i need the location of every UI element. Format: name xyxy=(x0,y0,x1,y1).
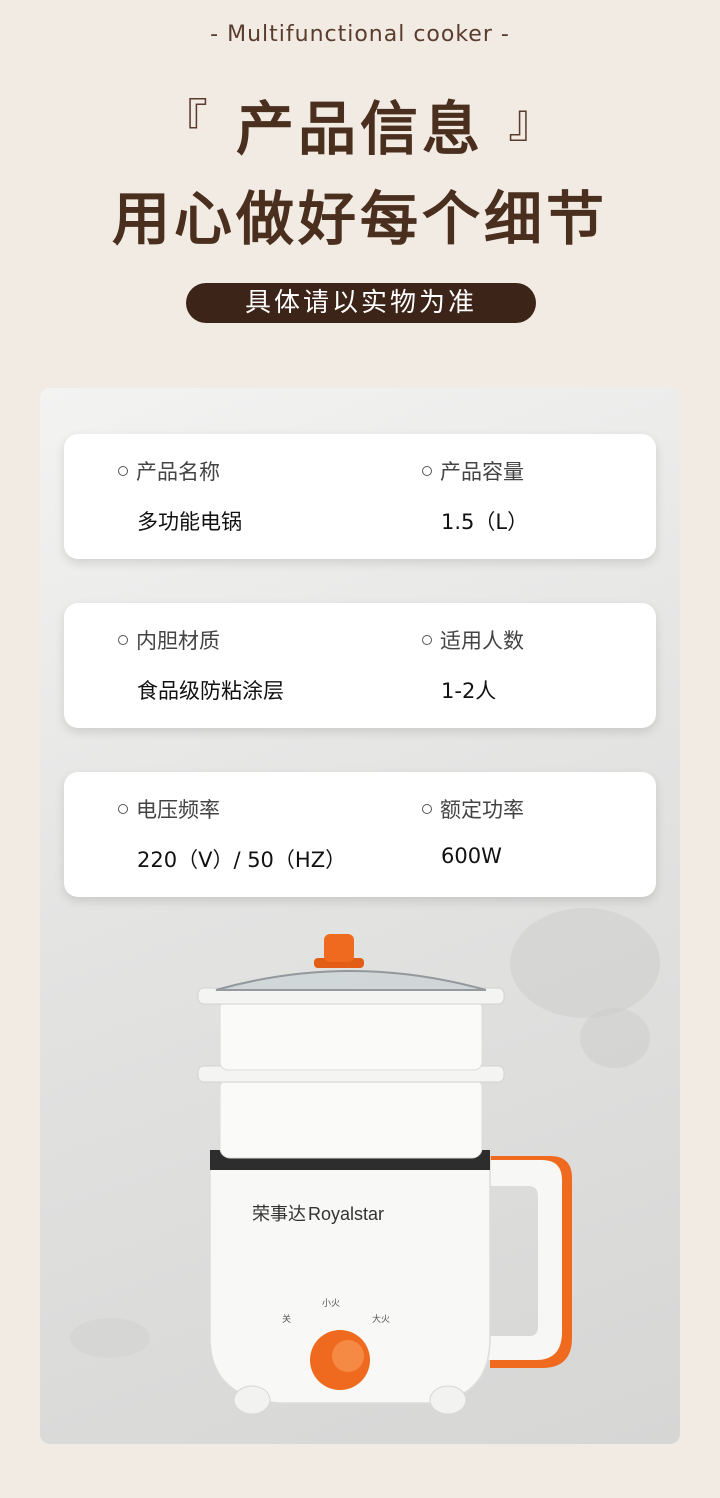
circle-bullet-icon xyxy=(118,804,128,814)
spec-label: 额定功率 xyxy=(440,798,524,822)
spec-item: 额定功率 600W xyxy=(422,794,524,868)
circle-bullet-icon xyxy=(422,466,432,476)
spec-card: 内胆材质 食品级防粘涂层 适用人数 1-2人 xyxy=(64,603,656,728)
title-text: 产品信息 xyxy=(235,95,484,163)
electric-cooker-image: 荣事达 Royalstar 关 小火 大火 xyxy=(197,934,572,1415)
spec-label: 电压频率 xyxy=(136,798,220,822)
page-title: 『 产品信息 』 xyxy=(0,82,720,166)
spec-label: 产品名称 xyxy=(136,460,220,484)
spec-value: 食品级防粘涂层 xyxy=(137,679,284,703)
spec-value: 1.5（L） xyxy=(441,510,529,534)
spec-label: 内胆材质 xyxy=(136,629,220,653)
svg-text:大火: 大火 xyxy=(372,1313,390,1324)
bracket-left: 『 xyxy=(161,94,212,148)
spec-card: 产品名称 多功能电锅 产品容量 1.5（L） xyxy=(64,434,656,559)
spec-item: 适用人数 1-2人 xyxy=(422,625,524,705)
spec-item: 内胆材质 食品级防粘涂层 xyxy=(118,625,284,705)
spec-value: 600W xyxy=(441,844,502,868)
spec-card: 电压频率 220（V）/ 50（HZ） 额定功率 600W xyxy=(64,772,656,897)
spec-label: 产品容量 xyxy=(440,460,524,484)
spec-label: 适用人数 xyxy=(440,629,524,653)
circle-bullet-icon xyxy=(118,466,128,476)
svg-text:小火: 小火 xyxy=(322,1298,340,1308)
brand-en: Royalstar xyxy=(308,1204,384,1224)
spec-item: 产品名称 多功能电锅 xyxy=(118,456,242,536)
spec-item: 产品容量 1.5（L） xyxy=(422,456,528,536)
subtitle: - Multifunctional cooker - xyxy=(210,22,510,47)
svg-text:关: 关 xyxy=(282,1313,291,1324)
circle-bullet-icon xyxy=(118,635,128,645)
spec-value: 220（V）/ 50（HZ） xyxy=(137,848,347,872)
circle-bullet-icon xyxy=(422,635,432,645)
brand-cn: 荣事达 xyxy=(252,1204,306,1224)
spec-value: 1-2人 xyxy=(441,679,497,703)
headline: 用心做好每个细节 xyxy=(111,185,608,253)
spec-item: 电压频率 220（V）/ 50（HZ） xyxy=(118,794,346,874)
note-badge: 具体请以实物为准 xyxy=(186,283,536,323)
spec-value: 多功能电锅 xyxy=(137,510,242,534)
bracket-right: 』 xyxy=(508,94,559,148)
spec-panel: 产品名称 多功能电锅 产品容量 1.5（L） 内胆材质 食品级防粘涂层 适用人数… xyxy=(40,388,680,1444)
circle-bullet-icon xyxy=(422,804,432,814)
